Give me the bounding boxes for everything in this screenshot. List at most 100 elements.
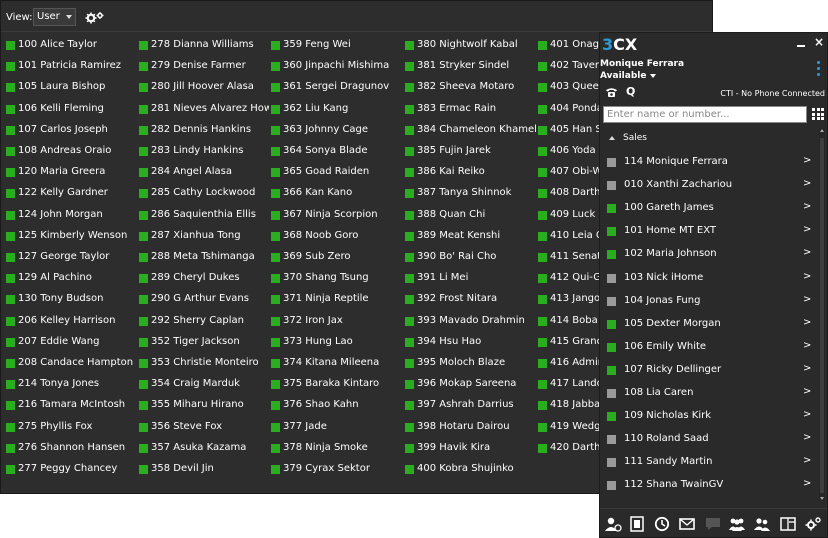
extension-item[interactable]: 379 Cyrax Sektor bbox=[271, 462, 403, 478]
extension-item[interactable]: 208 Candace Hampton bbox=[6, 356, 137, 372]
contact-row[interactable]: 111 Sandy Martin > bbox=[600, 451, 818, 474]
scroll-up-icon[interactable] bbox=[820, 129, 824, 132]
extension-item[interactable]: 361 Sergei Dragunov bbox=[271, 80, 403, 96]
extension-item[interactable]: 380 Nightwolf Kabal bbox=[405, 38, 536, 54]
scrollbar[interactable] bbox=[819, 128, 825, 501]
chevron-right-icon[interactable]: > bbox=[803, 271, 811, 282]
search-icon[interactable]: Q bbox=[626, 85, 635, 98]
chevron-right-icon[interactable]: > bbox=[803, 155, 811, 166]
contact-row[interactable]: 106 Emily White > bbox=[600, 336, 818, 359]
chevron-right-icon[interactable]: > bbox=[803, 317, 811, 328]
extension-item[interactable]: 386 Kai Reiko bbox=[405, 165, 536, 181]
contact-row[interactable]: 107 Ricky Dellinger > bbox=[600, 359, 818, 382]
history-icon[interactable] bbox=[653, 516, 671, 532]
extension-item[interactable]: 413 Jango bbox=[538, 292, 600, 308]
extension-item[interactable]: 365 Goad Raiden bbox=[271, 165, 403, 181]
contact-add-icon[interactable] bbox=[604, 516, 622, 532]
group-header-sales[interactable]: Sales bbox=[600, 128, 818, 150]
extension-item[interactable]: 130 Tony Budson bbox=[6, 292, 137, 308]
switchboard-icon[interactable] bbox=[779, 516, 797, 532]
chevron-right-icon[interactable]: > bbox=[803, 247, 811, 258]
extension-item[interactable]: 285 Cathy Lockwood bbox=[139, 186, 269, 202]
minimize-icon[interactable] bbox=[797, 45, 805, 47]
chat-icon[interactable] bbox=[704, 516, 722, 532]
extension-item[interactable]: 292 Sherry Caplan bbox=[139, 314, 269, 330]
extension-item[interactable]: 362 Liu Kang bbox=[271, 102, 403, 118]
extension-item[interactable]: 391 Li Mei bbox=[405, 271, 536, 287]
extension-item[interactable]: 368 Noob Goro bbox=[271, 229, 403, 245]
extension-item[interactable]: 107 Carlos Joseph bbox=[6, 123, 137, 139]
extension-item[interactable]: 356 Steve Fox bbox=[139, 420, 269, 436]
extension-item[interactable]: 382 Sheeva Motaro bbox=[405, 80, 536, 96]
extension-item[interactable]: 122 Kelly Gardner bbox=[6, 186, 137, 202]
contact-row[interactable]: 112 Shana TwainGV > bbox=[600, 474, 818, 497]
extension-item[interactable]: 282 Dennis Hankins bbox=[139, 123, 269, 139]
extension-item[interactable]: 280 Jill Hoover Alasa bbox=[139, 80, 269, 96]
extension-item[interactable]: 357 Asuka Kazama bbox=[139, 441, 269, 457]
extension-item[interactable]: 406 Yoda bbox=[538, 144, 600, 160]
chevron-right-icon[interactable]: > bbox=[803, 432, 811, 443]
extension-item[interactable]: 286 Saquienthia Ellis bbox=[139, 208, 269, 224]
extension-item[interactable]: 372 Iron Jax bbox=[271, 314, 403, 330]
extension-item[interactable]: 387 Tanya Shinnok bbox=[405, 186, 536, 202]
extension-item[interactable]: 389 Meat Kenshi bbox=[405, 229, 536, 245]
chevron-right-icon[interactable]: > bbox=[803, 340, 811, 351]
extension-item[interactable]: 401 Onaga bbox=[538, 38, 600, 54]
contact-row[interactable]: 105 Dexter Morgan > bbox=[600, 313, 818, 336]
contact-row[interactable]: 102 Maria Johnson > bbox=[600, 243, 818, 266]
chevron-right-icon[interactable]: > bbox=[803, 386, 811, 397]
scroll-down-icon[interactable] bbox=[820, 497, 824, 500]
extension-item[interactable]: 284 Angel Alasa bbox=[139, 165, 269, 181]
extension-item[interactable]: 352 Tiger Jackson bbox=[139, 335, 269, 351]
extension-item[interactable]: 414 Boba F bbox=[538, 314, 600, 330]
extension-item[interactable]: 360 Jinpachi Mishima bbox=[271, 59, 403, 75]
contact-row[interactable]: 109 Nicholas Kirk > bbox=[600, 405, 818, 428]
chevron-right-icon[interactable]: > bbox=[803, 294, 811, 305]
chevron-right-icon[interactable]: > bbox=[803, 363, 811, 374]
extension-item[interactable]: 206 Kelley Harrison bbox=[6, 314, 137, 330]
contact-row[interactable]: 100 Gareth James > bbox=[600, 197, 818, 220]
extension-item[interactable]: 399 Havik Kira bbox=[405, 441, 536, 457]
contact-row[interactable]: 010 Xanthi Zachariou > bbox=[600, 174, 818, 197]
extension-item[interactable]: 355 Miharu Hirano bbox=[139, 398, 269, 414]
dialpad-icon[interactable] bbox=[628, 516, 646, 532]
extension-item[interactable]: 378 Ninja Smoke bbox=[271, 441, 403, 457]
chevron-right-icon[interactable]: > bbox=[803, 455, 811, 466]
extension-item[interactable]: 418 Jabba bbox=[538, 398, 600, 414]
voicemail-icon[interactable] bbox=[678, 516, 696, 532]
extension-item[interactable]: 402 Taven bbox=[538, 59, 600, 75]
extension-item[interactable]: 381 Stryker Sindel bbox=[405, 59, 536, 75]
extension-item[interactable]: 101 Patricia Ramirez bbox=[6, 59, 137, 75]
extension-item[interactable]: 377 Jade bbox=[271, 420, 403, 436]
extension-item[interactable]: 277 Peggy Chancey bbox=[6, 462, 137, 478]
extension-item[interactable]: 214 Tonya Jones bbox=[6, 377, 137, 393]
extension-item[interactable]: 287 Xianhua Tong bbox=[139, 229, 269, 245]
extension-item[interactable]: 278 Dianna Williams bbox=[139, 38, 269, 54]
extension-item[interactable]: 396 Mokap Sareena bbox=[405, 377, 536, 393]
contact-row[interactable]: 101 Home MT EXT > bbox=[600, 220, 818, 243]
close-icon[interactable]: × bbox=[814, 35, 824, 49]
extension-item[interactable]: 354 Craig Marduk bbox=[139, 377, 269, 393]
extension-item[interactable]: 409 Luck S bbox=[538, 208, 600, 224]
extension-item[interactable]: 411 Senatr bbox=[538, 250, 600, 266]
extension-item[interactable]: 416 Admira bbox=[538, 356, 600, 372]
extension-item[interactable]: 100 Alice Taylor bbox=[6, 38, 137, 54]
extension-item[interactable]: 408 Darth V bbox=[538, 186, 600, 202]
extension-item[interactable]: 390 Bo' Rai Cho bbox=[405, 250, 536, 266]
dialpad-grid-icon[interactable] bbox=[812, 108, 824, 120]
contact-row[interactable]: 103 Nick iHome > bbox=[600, 267, 818, 290]
extension-item[interactable]: 415 Grand bbox=[538, 335, 600, 351]
extension-item[interactable]: 412 Qui-Go bbox=[538, 271, 600, 287]
collapse-caret-icon[interactable] bbox=[609, 136, 615, 140]
contact-row[interactable]: 113 Kurt Sainas> bbox=[600, 498, 818, 502]
extension-item[interactable]: 289 Cheryl Dukes bbox=[139, 271, 269, 287]
extension-item[interactable]: 370 Shang Tsung bbox=[271, 271, 403, 287]
chevron-right-icon[interactable]: > bbox=[803, 201, 811, 212]
extension-item[interactable]: 369 Sub Zero bbox=[271, 250, 403, 266]
extension-item[interactable]: 393 Mavado Drahmin bbox=[405, 314, 536, 330]
extension-item[interactable]: 288 Meta Tshimanga bbox=[139, 250, 269, 266]
view-select[interactable]: User bbox=[33, 8, 76, 26]
extension-item[interactable]: 385 Fujin Jarek bbox=[405, 144, 536, 160]
extension-item[interactable]: 394 Hsu Hao bbox=[405, 335, 536, 351]
extension-item[interactable]: 383 Ermac Rain bbox=[405, 102, 536, 118]
